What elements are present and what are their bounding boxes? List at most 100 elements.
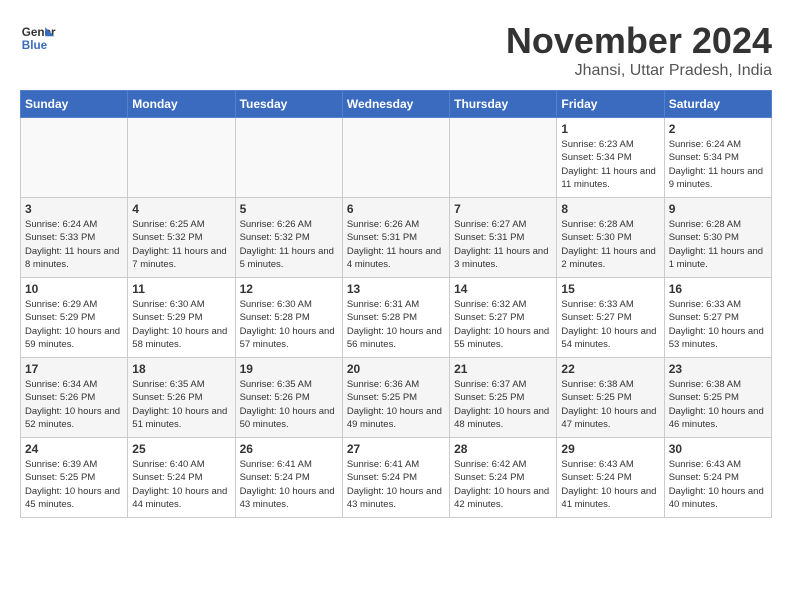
- calendar-table: SundayMondayTuesdayWednesdayThursdayFrid…: [20, 90, 772, 518]
- day-info: Sunrise: 6:39 AM Sunset: 5:25 PM Dayligh…: [25, 458, 123, 511]
- calendar-cell: 2Sunrise: 6:24 AM Sunset: 5:34 PM Daylig…: [664, 118, 771, 198]
- day-info: Sunrise: 6:40 AM Sunset: 5:24 PM Dayligh…: [132, 458, 230, 511]
- calendar-cell: 10 Sunrise: 6:29 AM Sunset: 5:29 PM Dayli…: [21, 278, 128, 358]
- day-info: Sunrise: 6:28 AM Sunset: 5:30 PM Dayligh…: [669, 218, 767, 271]
- day-number: 10: [25, 282, 123, 296]
- calendar-cell: [128, 118, 235, 198]
- day-info: Sunrise: 6:37 AM Sunset: 5:25 PM Dayligh…: [454, 378, 552, 431]
- calendar-header-row: SundayMondayTuesdayWednesdayThursdayFrid…: [21, 91, 772, 118]
- day-number: 8: [561, 202, 659, 216]
- day-number: 18: [132, 362, 230, 376]
- calendar-cell: 28Sunrise: 6:42 AM Sunset: 5:24 PM Dayli…: [450, 438, 557, 518]
- calendar-cell: 1 Sunrise: 6:23 AM Sunset: 5:34 PM Daylig…: [557, 118, 664, 198]
- calendar-cell: 27 Sunrise: 6:41 AM Sunset: 5:24 PM Dayli…: [342, 438, 449, 518]
- calendar-cell: 30 Sunrise: 6:43 AM Sunset: 5:24 PM Dayli…: [664, 438, 771, 518]
- day-number: 12: [240, 282, 338, 296]
- calendar-cell: 3 Sunrise: 6:24 AM Sunset: 5:33 PM Daylig…: [21, 198, 128, 278]
- location-subtitle: Jhansi, Uttar Pradesh, India: [506, 62, 772, 80]
- day-number: 23: [669, 362, 767, 376]
- day-info: Sunrise: 6:30 AM Sunset: 5:29 PM Dayligh…: [132, 298, 230, 351]
- svg-text:General: General: [22, 26, 56, 39]
- calendar-cell: [450, 118, 557, 198]
- calendar-cell: 17 Sunrise: 6:34 AM Sunset: 5:26 PM Dayli…: [21, 358, 128, 438]
- month-title: November 2024: [506, 20, 772, 62]
- day-number: 7: [454, 202, 552, 216]
- day-number: 16: [669, 282, 767, 296]
- day-number: 24: [25, 442, 123, 456]
- calendar-cell: [235, 118, 342, 198]
- calendar-cell: 18 Sunrise: 6:35 AM Sunset: 5:26 PM Dayli…: [128, 358, 235, 438]
- day-info: Sunrise: 6:26 AM Sunset: 5:32 PM Dayligh…: [240, 218, 338, 271]
- day-info: Sunrise: 6:35 AM Sunset: 5:26 PM Dayligh…: [240, 378, 338, 431]
- day-info: Sunrise: 6:25 AM Sunset: 5:32 PM Dayligh…: [132, 218, 230, 271]
- logo: General Blue: [20, 20, 56, 56]
- calendar-cell: 23 Sunrise: 6:38 AM Sunset: 5:25 PM Dayli…: [664, 358, 771, 438]
- calendar-week-3: 17 Sunrise: 6:34 AM Sunset: 5:26 PM Dayli…: [21, 358, 772, 438]
- day-number: 27: [347, 442, 445, 456]
- day-info: Sunrise: 6:35 AM Sunset: 5:26 PM Dayligh…: [132, 378, 230, 431]
- day-number: 26: [240, 442, 338, 456]
- calendar-cell: 4 Sunrise: 6:25 AM Sunset: 5:32 PM Daylig…: [128, 198, 235, 278]
- day-info: Sunrise: 6:23 AM Sunset: 5:34 PM Dayligh…: [561, 138, 659, 191]
- day-info: Sunrise: 6:42 AM Sunset: 5:24 PM Dayligh…: [454, 458, 552, 511]
- day-info: Sunrise: 6:33 AM Sunset: 5:27 PM Dayligh…: [669, 298, 767, 351]
- calendar-cell: 16 Sunrise: 6:33 AM Sunset: 5:27 PM Dayli…: [664, 278, 771, 358]
- calendar-cell: 14Sunrise: 6:32 AM Sunset: 5:27 PM Dayli…: [450, 278, 557, 358]
- day-number: 11: [132, 282, 230, 296]
- day-number: 30: [669, 442, 767, 456]
- col-header-friday: Friday: [557, 91, 664, 118]
- calendar-cell: 21 Sunrise: 6:37 AM Sunset: 5:25 PM Dayli…: [450, 358, 557, 438]
- day-info: Sunrise: 6:34 AM Sunset: 5:26 PM Dayligh…: [25, 378, 123, 431]
- calendar-cell: [21, 118, 128, 198]
- calendar-cell: 26Sunrise: 6:41 AM Sunset: 5:24 PM Dayli…: [235, 438, 342, 518]
- col-header-sunday: Sunday: [21, 91, 128, 118]
- day-info: Sunrise: 6:38 AM Sunset: 5:25 PM Dayligh…: [669, 378, 767, 431]
- title-block: November 2024 Jhansi, Uttar Pradesh, Ind…: [506, 20, 772, 80]
- calendar-week-0: 1 Sunrise: 6:23 AM Sunset: 5:34 PM Daylig…: [21, 118, 772, 198]
- day-number: 19: [240, 362, 338, 376]
- day-info: Sunrise: 6:30 AM Sunset: 5:28 PM Dayligh…: [240, 298, 338, 351]
- calendar-cell: 6 Sunrise: 6:26 AM Sunset: 5:31 PM Daylig…: [342, 198, 449, 278]
- calendar-cell: 9 Sunrise: 6:28 AM Sunset: 5:30 PM Daylig…: [664, 198, 771, 278]
- calendar-cell: 22Sunrise: 6:38 AM Sunset: 5:25 PM Dayli…: [557, 358, 664, 438]
- day-number: 20: [347, 362, 445, 376]
- calendar-cell: [342, 118, 449, 198]
- day-number: 4: [132, 202, 230, 216]
- day-info: Sunrise: 6:26 AM Sunset: 5:31 PM Dayligh…: [347, 218, 445, 271]
- day-number: 1: [561, 122, 659, 136]
- col-header-thursday: Thursday: [450, 91, 557, 118]
- calendar-cell: 11 Sunrise: 6:30 AM Sunset: 5:29 PM Dayli…: [128, 278, 235, 358]
- col-header-monday: Monday: [128, 91, 235, 118]
- day-number: 3: [25, 202, 123, 216]
- day-info: Sunrise: 6:41 AM Sunset: 5:24 PM Dayligh…: [347, 458, 445, 511]
- page-header: General Blue November 2024 Jhansi, Uttar…: [20, 20, 772, 80]
- calendar-week-1: 3 Sunrise: 6:24 AM Sunset: 5:33 PM Daylig…: [21, 198, 772, 278]
- calendar-body: 1 Sunrise: 6:23 AM Sunset: 5:34 PM Daylig…: [21, 118, 772, 518]
- calendar-cell: 12 Sunrise: 6:30 AM Sunset: 5:28 PM Dayli…: [235, 278, 342, 358]
- day-number: 17: [25, 362, 123, 376]
- col-header-wednesday: Wednesday: [342, 91, 449, 118]
- calendar-cell: 25 Sunrise: 6:40 AM Sunset: 5:24 PM Dayli…: [128, 438, 235, 518]
- day-info: Sunrise: 6:43 AM Sunset: 5:24 PM Dayligh…: [669, 458, 767, 511]
- calendar-cell: 8Sunrise: 6:28 AM Sunset: 5:30 PM Daylig…: [557, 198, 664, 278]
- day-number: 25: [132, 442, 230, 456]
- day-number: 2: [669, 122, 767, 136]
- day-number: 14: [454, 282, 552, 296]
- day-number: 6: [347, 202, 445, 216]
- calendar-cell: 20 Sunrise: 6:36 AM Sunset: 5:25 PM Dayli…: [342, 358, 449, 438]
- calendar-cell: 13Sunrise: 6:31 AM Sunset: 5:28 PM Dayli…: [342, 278, 449, 358]
- calendar-cell: 5 Sunrise: 6:26 AM Sunset: 5:32 PM Daylig…: [235, 198, 342, 278]
- calendar-cell: 15Sunrise: 6:33 AM Sunset: 5:27 PM Dayli…: [557, 278, 664, 358]
- col-header-saturday: Saturday: [664, 91, 771, 118]
- day-info: Sunrise: 6:29 AM Sunset: 5:29 PM Dayligh…: [25, 298, 123, 351]
- calendar-cell: 19 Sunrise: 6:35 AM Sunset: 5:26 PM Dayli…: [235, 358, 342, 438]
- day-info: Sunrise: 6:38 AM Sunset: 5:25 PM Dayligh…: [561, 378, 659, 431]
- day-info: Sunrise: 6:31 AM Sunset: 5:28 PM Dayligh…: [347, 298, 445, 351]
- calendar-cell: 24 Sunrise: 6:39 AM Sunset: 5:25 PM Dayli…: [21, 438, 128, 518]
- day-number: 9: [669, 202, 767, 216]
- day-number: 21: [454, 362, 552, 376]
- day-info: Sunrise: 6:36 AM Sunset: 5:25 PM Dayligh…: [347, 378, 445, 431]
- day-number: 5: [240, 202, 338, 216]
- col-header-tuesday: Tuesday: [235, 91, 342, 118]
- day-info: Sunrise: 6:24 AM Sunset: 5:33 PM Dayligh…: [25, 218, 123, 271]
